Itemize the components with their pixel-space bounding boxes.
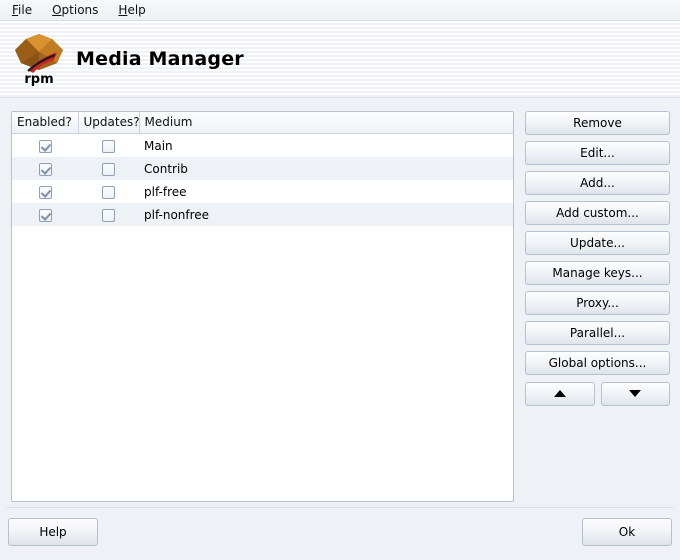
table-header-row: Enabled? Updates? Medium bbox=[12, 112, 513, 134]
triangle-up-icon bbox=[554, 390, 566, 397]
updates-checkbox[interactable] bbox=[102, 140, 115, 153]
rpm-package-icon-svg: rpm bbox=[10, 30, 68, 88]
ok-button[interactable]: Ok bbox=[582, 518, 672, 546]
table-row[interactable]: Contrib bbox=[12, 157, 513, 180]
edit-button[interactable]: Edit... bbox=[525, 141, 670, 165]
action-button-column: Remove Edit... Add... Add custom... Upda… bbox=[525, 111, 670, 498]
table-row[interactable]: Main bbox=[12, 134, 513, 158]
cell-enabled[interactable] bbox=[12, 134, 78, 158]
parallel-button[interactable]: Parallel... bbox=[525, 321, 670, 345]
cell-medium: Contrib bbox=[139, 157, 513, 180]
triangle-down-icon bbox=[629, 390, 641, 397]
add-custom-button[interactable]: Add custom... bbox=[525, 201, 670, 225]
updates-checkbox[interactable] bbox=[102, 163, 115, 176]
menu-file-rest: ile bbox=[18, 3, 32, 17]
table-row[interactable]: plf-nonfree bbox=[12, 203, 513, 226]
menu-help-rest: elp bbox=[127, 3, 145, 17]
rpm-logo-text: rpm bbox=[24, 72, 53, 87]
cell-enabled[interactable] bbox=[12, 157, 78, 180]
cell-enabled[interactable] bbox=[12, 180, 78, 203]
enabled-checkbox[interactable] bbox=[39, 209, 52, 222]
column-header-medium[interactable]: Medium bbox=[139, 112, 513, 134]
dialog-button-bar: Help Ok bbox=[0, 508, 680, 556]
menu-options-mnemonic: O bbox=[52, 3, 61, 17]
updates-checkbox[interactable] bbox=[102, 209, 115, 222]
menu-item-options[interactable]: Options bbox=[48, 2, 108, 18]
rpm-package-icon: rpm bbox=[10, 30, 68, 88]
remove-button[interactable]: Remove bbox=[525, 111, 670, 135]
main-content: Enabled? Updates? Medium Main bbox=[0, 98, 680, 498]
column-header-enabled[interactable]: Enabled? bbox=[12, 112, 78, 134]
application-banner: rpm Media Manager bbox=[0, 21, 680, 98]
move-up-button[interactable] bbox=[525, 382, 595, 406]
menu-bar: File Options Help bbox=[0, 0, 680, 21]
cell-medium: Main bbox=[139, 134, 513, 158]
add-button[interactable]: Add... bbox=[525, 171, 670, 195]
enabled-checkbox[interactable] bbox=[39, 140, 52, 153]
media-table-body: Main Contrib bbox=[12, 134, 513, 227]
cell-medium: plf-free bbox=[139, 180, 513, 203]
page-title: Media Manager bbox=[76, 48, 244, 70]
cell-enabled[interactable] bbox=[12, 203, 78, 226]
help-button[interactable]: Help bbox=[8, 518, 98, 546]
media-list[interactable]: Enabled? Updates? Medium Main bbox=[11, 111, 514, 502]
global-options-button[interactable]: Global options... bbox=[525, 351, 670, 375]
reorder-button-row bbox=[525, 382, 670, 406]
cell-updates[interactable] bbox=[78, 203, 139, 226]
cell-updates[interactable] bbox=[78, 134, 139, 158]
cell-updates[interactable] bbox=[78, 157, 139, 180]
enabled-checkbox[interactable] bbox=[39, 163, 52, 176]
media-table: Enabled? Updates? Medium Main bbox=[12, 112, 513, 226]
move-down-button[interactable] bbox=[601, 382, 671, 406]
update-button[interactable]: Update... bbox=[525, 231, 670, 255]
column-header-updates[interactable]: Updates? bbox=[78, 112, 139, 134]
manage-keys-button[interactable]: Manage keys... bbox=[525, 261, 670, 285]
cell-medium: plf-nonfree bbox=[139, 203, 513, 226]
menu-item-help[interactable]: Help bbox=[114, 2, 155, 18]
updates-checkbox[interactable] bbox=[102, 186, 115, 199]
cell-updates[interactable] bbox=[78, 180, 139, 203]
proxy-button[interactable]: Proxy... bbox=[525, 291, 670, 315]
menu-item-file[interactable]: File bbox=[8, 2, 42, 18]
table-row[interactable]: plf-free bbox=[12, 180, 513, 203]
menu-options-rest: ptions bbox=[62, 3, 99, 17]
enabled-checkbox[interactable] bbox=[39, 186, 52, 199]
